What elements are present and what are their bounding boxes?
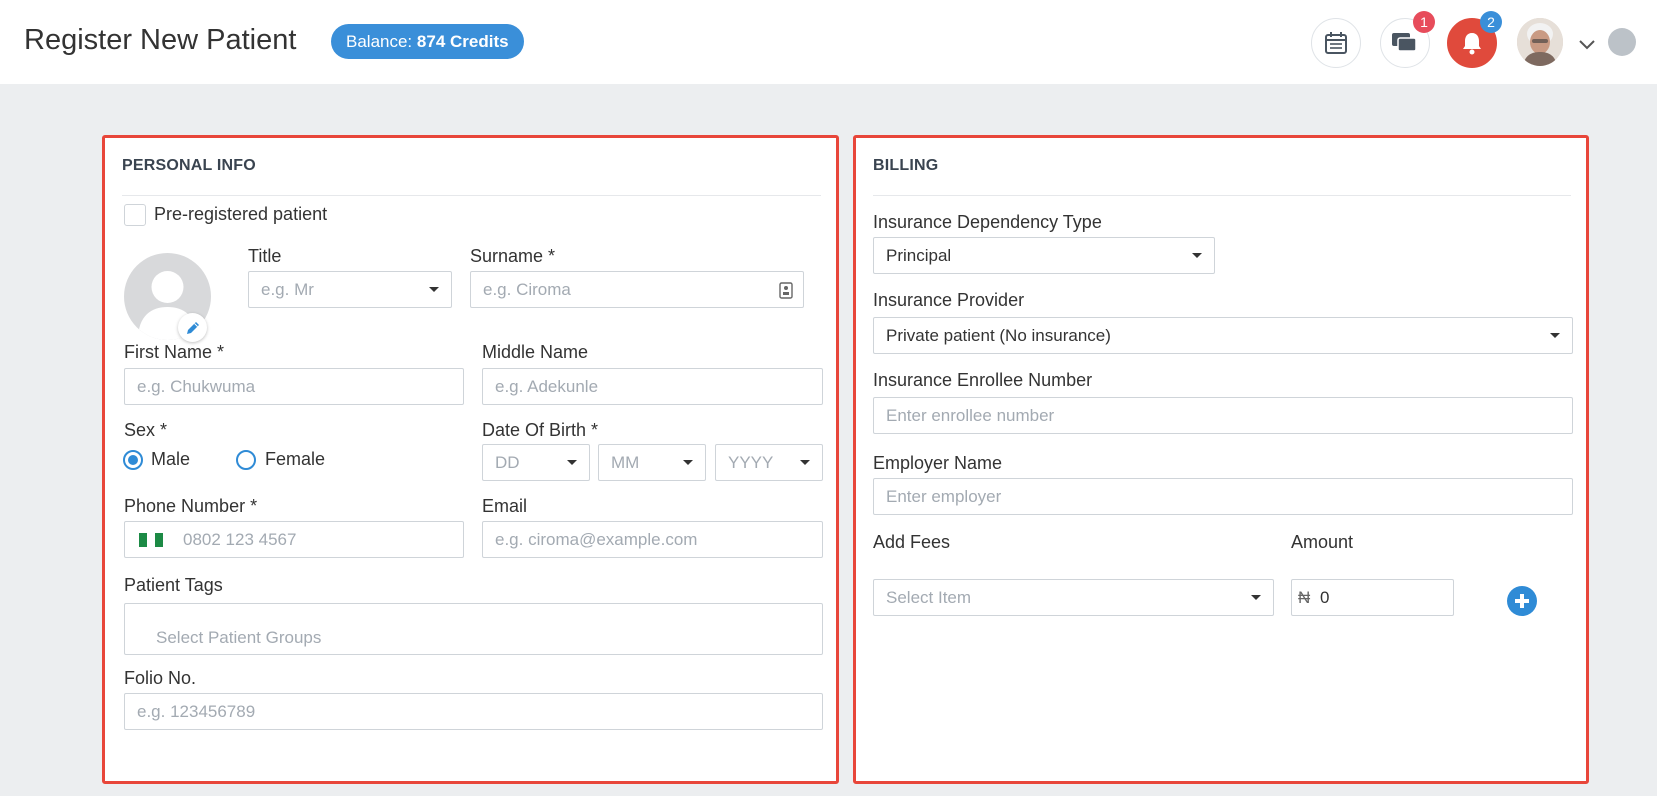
dob-year-select[interactable]: YYYY bbox=[715, 444, 823, 481]
phone-label: Phone Number * bbox=[124, 496, 258, 516]
nigeria-flag-icon[interactable] bbox=[139, 533, 163, 547]
user-avatar[interactable] bbox=[1517, 18, 1563, 66]
folio-placeholder: e.g. 123456789 bbox=[137, 702, 256, 721]
folio-input[interactable]: e.g. 123456789 bbox=[124, 693, 823, 730]
notifications-button[interactable]: 2 bbox=[1447, 11, 1502, 68]
chevron-down-icon[interactable] bbox=[1576, 33, 1598, 55]
enrollee-number-label: Insurance Enrollee Number bbox=[873, 370, 1093, 390]
middle-name-placeholder: e.g. Adekunle bbox=[495, 377, 599, 396]
caret-down-icon bbox=[1192, 253, 1202, 258]
messages-button[interactable]: 1 bbox=[1380, 11, 1435, 68]
dependency-type-value: Principal bbox=[886, 246, 952, 265]
dob-month-placeholder: MM bbox=[611, 453, 640, 472]
email-label: Email bbox=[482, 496, 528, 516]
sex-female-radio[interactable] bbox=[236, 450, 256, 470]
employer-name-label: Employer Name bbox=[873, 453, 1003, 473]
chat-bubbles-icon bbox=[1392, 33, 1417, 52]
email-input[interactable]: e.g. ciroma@example.com bbox=[482, 521, 823, 558]
caret-down-icon bbox=[800, 460, 810, 465]
amount-input[interactable]: ₦ 0 bbox=[1291, 579, 1454, 616]
caret-down-icon bbox=[429, 287, 439, 292]
dob-month-select[interactable]: MM bbox=[598, 444, 706, 481]
patient-tags-placeholder: Select Patient Groups bbox=[156, 628, 322, 647]
sex-label: Sex * bbox=[124, 420, 168, 440]
title-select-placeholder: e.g. Mr bbox=[261, 280, 314, 299]
billing-title: BILLING bbox=[873, 157, 939, 174]
add-fee-button[interactable] bbox=[1507, 586, 1537, 616]
fee-item-placeholder: Select Item bbox=[886, 588, 972, 607]
plus-circle-icon bbox=[1515, 594, 1529, 608]
patient-tags-select[interactable]: Select Patient Groups bbox=[124, 603, 823, 655]
pre-registered-checkbox[interactable] bbox=[124, 204, 146, 226]
dob-year-placeholder: YYYY bbox=[728, 453, 774, 472]
enrollee-number-input[interactable]: Enter enrollee number bbox=[873, 397, 1573, 434]
panel-divider bbox=[122, 195, 821, 196]
page-title: Register New Patient bbox=[24, 24, 297, 56]
phone-input[interactable]: 0802 123 4567 bbox=[124, 521, 464, 558]
caret-down-icon bbox=[1251, 595, 1261, 600]
enrollee-number-placeholder: Enter enrollee number bbox=[886, 406, 1055, 425]
dob-day-select[interactable]: DD bbox=[482, 444, 590, 481]
dependency-type-label: Insurance Dependency Type bbox=[873, 212, 1102, 232]
avatar-image bbox=[1517, 18, 1563, 66]
surname-input[interactable]: e.g. Ciroma bbox=[470, 271, 804, 308]
dob-day-placeholder: DD bbox=[495, 453, 520, 472]
billing-panel: BILLING Insurance Dependency Type Princi… bbox=[853, 135, 1589, 784]
notifications-count-badge: 2 bbox=[1480, 11, 1502, 33]
balance-badge: Balance: 874 Credits bbox=[331, 24, 524, 59]
pencil-icon bbox=[186, 321, 199, 334]
fee-item-select[interactable]: Select Item bbox=[873, 579, 1274, 616]
panel-divider bbox=[873, 195, 1571, 196]
personal-info-title: PERSONAL INFO bbox=[122, 157, 256, 174]
contact-card-icon[interactable] bbox=[779, 282, 793, 299]
sex-male-label: Male bbox=[151, 449, 191, 469]
surname-placeholder: e.g. Ciroma bbox=[483, 280, 571, 299]
title-select[interactable]: e.g. Mr bbox=[248, 271, 452, 308]
top-bar: Register New Patient Balance: 874 Credit… bbox=[0, 0, 1657, 84]
naira-symbol: ₦ bbox=[1298, 588, 1311, 607]
amount-label: Amount bbox=[1291, 532, 1354, 552]
caret-down-icon bbox=[683, 460, 693, 465]
add-fees-label: Add Fees bbox=[873, 532, 951, 552]
employer-name-input[interactable]: Enter employer bbox=[873, 478, 1573, 515]
bell-icon bbox=[1463, 33, 1481, 55]
phone-placeholder: 0802 123 4567 bbox=[183, 530, 297, 549]
dob-label: Date Of Birth * bbox=[482, 420, 599, 440]
first-name-placeholder: e.g. Chukwuma bbox=[137, 377, 256, 396]
employer-name-placeholder: Enter employer bbox=[886, 487, 1002, 506]
middle-name-label: Middle Name bbox=[482, 342, 589, 362]
sex-male-radio[interactable] bbox=[123, 450, 143, 470]
title-label: Title bbox=[248, 246, 282, 266]
caret-down-icon bbox=[567, 460, 577, 465]
status-indicator bbox=[1608, 28, 1636, 56]
sex-female-label: Female bbox=[265, 449, 326, 469]
amount-value: 0 bbox=[1320, 588, 1330, 607]
personal-info-panel: PERSONAL INFO Pre-registered patient Tit… bbox=[102, 135, 839, 784]
calendar-button[interactable] bbox=[1311, 18, 1361, 68]
dependency-type-select[interactable]: Principal bbox=[873, 237, 1215, 274]
insurance-provider-label: Insurance Provider bbox=[873, 290, 1025, 310]
middle-name-input[interactable]: e.g. Adekunle bbox=[482, 368, 823, 405]
surname-label: Surname * bbox=[470, 246, 556, 266]
insurance-provider-select[interactable]: Private patient (No insurance) bbox=[873, 317, 1573, 354]
messages-count-badge: 1 bbox=[1413, 11, 1435, 33]
email-placeholder: e.g. ciroma@example.com bbox=[495, 530, 698, 549]
patient-tags-label: Patient Tags bbox=[124, 575, 223, 595]
calendar-icon bbox=[1325, 32, 1347, 54]
first-name-input[interactable]: e.g. Chukwuma bbox=[124, 368, 464, 405]
pre-registered-label: Pre-registered patient bbox=[154, 204, 328, 224]
insurance-provider-value: Private patient (No insurance) bbox=[886, 326, 1111, 345]
caret-down-icon bbox=[1550, 333, 1560, 338]
balance-value: 874 Credits bbox=[416, 32, 509, 51]
photo-edit-button[interactable] bbox=[178, 313, 207, 342]
balance-prefix: Balance: bbox=[346, 32, 413, 51]
first-name-label: First Name * bbox=[124, 342, 225, 362]
folio-label: Folio No. bbox=[124, 668, 197, 688]
